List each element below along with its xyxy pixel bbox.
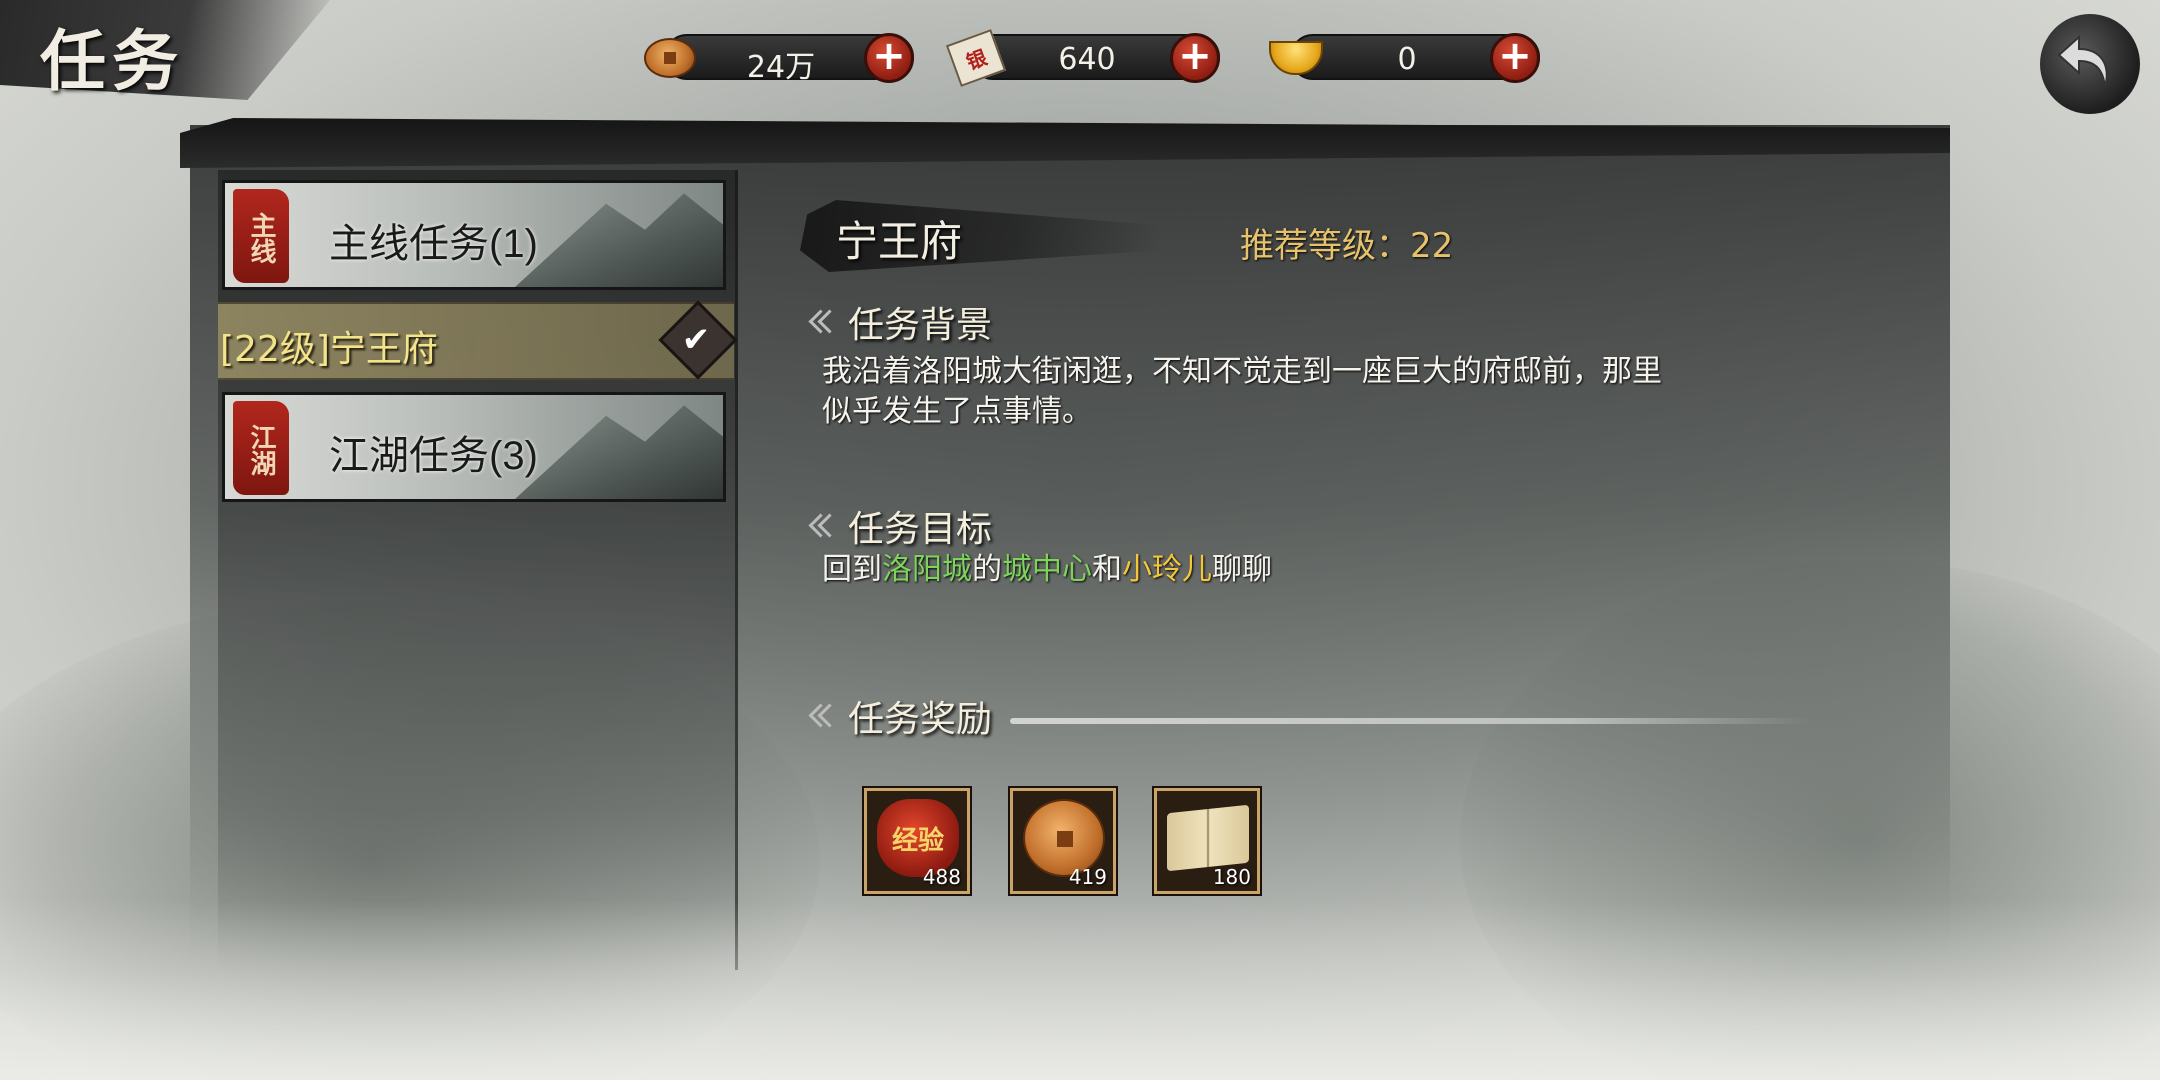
gold-ingot-icon [1266, 28, 1326, 88]
reward-count: 488 [922, 865, 961, 889]
category-main-quest[interactable]: 主线 主线任务(1) [222, 180, 726, 290]
reward-heading: 任务奖励 [808, 690, 992, 742]
ticket-icon: 银 [945, 28, 1007, 88]
quest-place-title: 宁王府 [836, 217, 963, 266]
ticket-value: 640 [1058, 42, 1116, 77]
objective-spot: 城中心 [1002, 552, 1092, 587]
background-heading: 任务背景 [808, 296, 992, 348]
category-jianghu-quest[interactable]: 江湖 江湖任务(3) [222, 392, 726, 502]
back-arrow-icon [2057, 34, 2108, 88]
category-label: 江湖任务(3) [329, 434, 538, 478]
reward-divider [1010, 718, 1810, 724]
jianghu-quest-seal: 江湖 [233, 401, 289, 495]
add-copper-button[interactable]: + [864, 33, 914, 83]
quest-item-label: [22级]宁王府 [220, 329, 438, 370]
main-quest-seal: 主线 [233, 189, 289, 283]
back-button[interactable] [2040, 14, 2140, 114]
gold-value: 0 [1397, 42, 1417, 77]
recommended-level: 推荐等级：22 [1240, 226, 1454, 266]
gold-currency-bar: 0 + [1269, 33, 1540, 83]
book-icon [1167, 804, 1249, 872]
objective-heading: 任务目标 [808, 500, 992, 552]
checkmark-icon: ✔ [681, 320, 711, 360]
copper-coin-icon [640, 28, 700, 88]
reward-item-book[interactable]: 180 [1154, 788, 1260, 894]
add-ticket-button[interactable]: + [1170, 33, 1220, 83]
objective-text: 回到洛阳城的城中心和小玲儿聊聊 [822, 552, 1272, 587]
page-title: 任务 [40, 22, 184, 100]
objective-npc: 小玲儿 [1122, 552, 1212, 587]
quest-list-column [218, 170, 738, 970]
ticket-currency-bar: 银 640 + [945, 29, 1220, 87]
reward-item-coin[interactable]: 419 [1010, 788, 1116, 894]
reward-count: 180 [1212, 865, 1251, 889]
section-marker-icon [808, 703, 834, 729]
add-gold-button[interactable]: + [1490, 33, 1540, 83]
reward-item-exp[interactable]: 经验 488 [864, 788, 970, 894]
background-text: 我沿着洛阳城大街闲逛，不知不觉走到一座巨大的府邸前，那里 似乎发生了点事情。 [822, 354, 1662, 429]
reward-count: 419 [1068, 865, 1107, 889]
quest-item-selected[interactable]: [22级]宁王府 ✔ [218, 300, 738, 380]
category-label: 主线任务(1) [329, 222, 538, 266]
objective-place: 洛阳城 [882, 552, 972, 587]
section-marker-icon [808, 513, 834, 539]
copper-currency-bar: 24万 + [644, 33, 914, 85]
copper-value: 24万 [746, 50, 816, 85]
section-marker-icon [808, 309, 834, 335]
